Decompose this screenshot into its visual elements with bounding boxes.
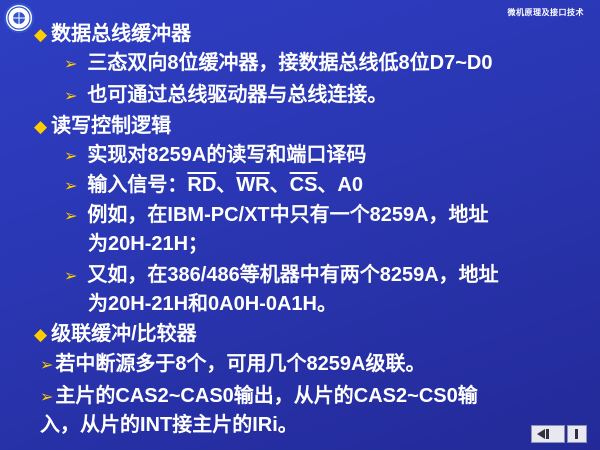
arrow-bullet-icon: ➢ [64,88,78,105]
previous-slide-button[interactable] [531,425,565,443]
next-slide-button[interactable] [567,425,587,443]
diamond-bullet-icon: ◆ [34,325,48,344]
heading-rw-control-logic: ◆ 读写控制逻辑 [34,115,172,137]
university-seal-icon [4,3,34,33]
arrow-bullet-icon: ➢ [64,208,78,225]
list-item: ➢ 也可通过总线驱动器与总线连接。 [64,82,387,110]
heading-cascade-buffer: ◆ 级联缓冲/比较器 [34,323,197,345]
list-item-continuation: 为20H-21H； [88,233,209,255]
heading-data-bus-buffer: ◆ 数据总线缓冲器 [34,23,192,45]
course-title: 微机原理及接口技术 [507,7,584,17]
previous-slide-icon [537,429,549,439]
list-item: ➢ 实现对8259A的读写和端口译码 [64,142,366,170]
diamond-bullet-icon: ◆ [34,25,48,44]
list-item-continuation: 为20H-21H和0A0H-0A1H。 [88,293,337,315]
list-item-input-signals: ➢ 输入信号：RD、WR、CS、A0 [64,172,363,200]
wr-signal: WR [236,174,270,196]
list-item: ➢ 若中断源多于8个，可用几个8259A级联。 [40,351,425,379]
arrow-bullet-icon: ➢ [64,56,78,73]
list-item: ➢ 三态双向8位缓冲器，接数据总线低8位D7~D0 [64,50,492,78]
list-item: ➢ 又如，在386/486等机器中有两个8259A，地址 [64,262,499,290]
next-slide-icon [575,429,578,439]
arrow-bullet-icon: ➢ [64,178,78,195]
list-item-continuation: 入，从片的INT接主片的IRi。 [40,414,298,436]
diamond-bullet-icon: ◆ [34,117,48,136]
arrow-bullet-icon: ➢ [40,357,54,374]
slide-navigation [531,425,591,443]
list-item: ➢ 例如，在IBM-PC/XT中只有一个8259A，地址 [64,202,489,230]
list-item: ➢ 主片的CAS2~CAS0输出，从片的CAS2~CS0输 [40,383,478,411]
rd-signal: RD [187,174,217,196]
arrow-bullet-icon: ➢ [64,148,78,165]
arrow-bullet-icon: ➢ [64,268,78,285]
cs-signal: CS [289,174,318,196]
arrow-bullet-icon: ➢ [40,389,54,406]
